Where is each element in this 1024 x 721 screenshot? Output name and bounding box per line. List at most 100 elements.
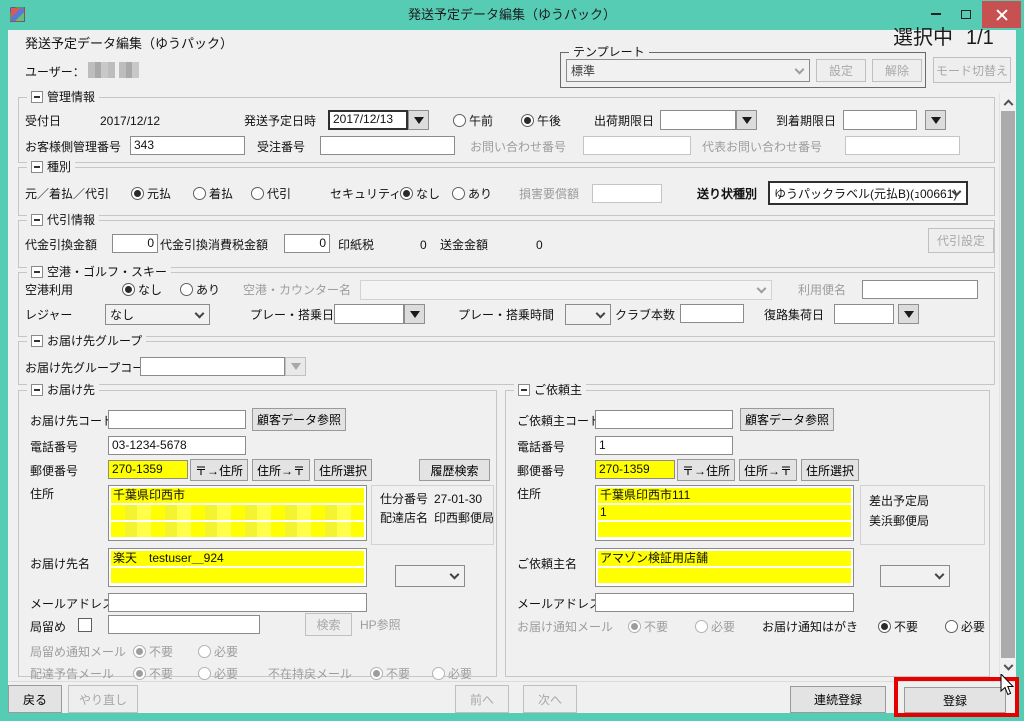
cod-amount-label: 代金引換金額	[25, 238, 97, 252]
ship-deadline-input[interactable]	[660, 110, 736, 130]
template-select[interactable]: 標準	[566, 59, 810, 82]
collapse-icon[interactable]	[31, 384, 43, 396]
sender-customer-ref-button[interactable]: 顧客データ参照	[740, 408, 834, 431]
absence-return-hitsuyo-radio[interactable]	[432, 667, 445, 680]
notice-mail-fuyo-radio[interactable]	[628, 620, 641, 633]
customer-no-input[interactable]: 343	[130, 136, 245, 155]
recipient-addr-select-button[interactable]: 住所選択	[314, 459, 372, 481]
cod-tax-input[interactable]: 0	[284, 234, 330, 253]
ship-date-input[interactable]: 2017/12/13	[328, 110, 408, 130]
cod-config-button[interactable]: 代引設定	[928, 228, 994, 253]
recipient-zip-to-addr-button[interactable]: 〒→住所	[190, 459, 248, 481]
recipient-addr-to-zip-button[interactable]: 住所→〒	[252, 459, 310, 481]
ship-date-dropdown-button[interactable]	[408, 110, 429, 130]
delivery-notice-hitsuyo-radio[interactable]	[198, 667, 211, 680]
kyokudome-input[interactable]	[108, 615, 260, 634]
order-no-input[interactable]	[320, 136, 455, 155]
remit-value: 0	[536, 238, 543, 252]
delivery-group-dropdown-button[interactable]	[285, 357, 306, 376]
rep-inquiry-no-input[interactable]	[845, 136, 960, 155]
stamp-tax-label: 印紙税	[338, 238, 374, 252]
redo-button[interactable]: やり直し	[68, 685, 138, 713]
collapse-icon[interactable]	[31, 161, 43, 173]
airport-ari-radio[interactable]	[180, 283, 193, 296]
collapse-icon[interactable]	[31, 335, 43, 347]
recipient-tel-input[interactable]: 03-1234-5678	[108, 436, 246, 455]
motobarai-radio[interactable]	[131, 187, 144, 200]
cod-amount-input[interactable]: 0	[112, 234, 158, 253]
recipient-addr-textarea[interactable]: 千葉県印西市	[108, 485, 367, 541]
continuous-register-button[interactable]: 連続登録	[790, 686, 886, 713]
sender-mail-input[interactable]	[595, 593, 854, 612]
delivery-group-code-input[interactable]	[140, 357, 285, 376]
recipient-zip-input[interactable]: 270-1359	[108, 460, 188, 479]
notice-mail-hitsuyo-radio[interactable]	[695, 620, 708, 633]
history-search-button[interactable]: 履歴検索	[419, 459, 490, 481]
sorting-info-panel: 仕分番号 27-01-30 配達店名 印西郵便局	[371, 485, 494, 545]
ship-deadline-dropdown-button[interactable]	[736, 110, 757, 130]
template-release-button[interactable]: 解除	[872, 59, 922, 82]
play-date-input[interactable]	[334, 304, 404, 324]
sender-addr-select-button[interactable]: 住所選択	[801, 459, 859, 481]
arrival-deadline-input[interactable]	[843, 110, 917, 130]
mode-switch-button[interactable]: モード切替え	[933, 57, 1011, 83]
kyokudome-checkbox[interactable]	[78, 618, 92, 632]
daibiki-radio[interactable]	[251, 187, 264, 200]
sender-addr-textarea[interactable]: 千葉県印西市111 1	[595, 485, 854, 541]
return-pickup-input[interactable]	[834, 304, 894, 324]
security-ari-radio[interactable]	[452, 187, 465, 200]
kyokudome-mail-fuyo-radio[interactable]	[133, 645, 146, 658]
scrollbar-thumb[interactable]	[1001, 111, 1015, 658]
back-button[interactable]: 戻る	[8, 685, 62, 713]
club-count-input[interactable]	[680, 304, 744, 323]
notice-postcard-fuyo-radio[interactable]	[878, 620, 891, 633]
sender-zip-input[interactable]: 270-1359	[595, 460, 675, 479]
recipient-code-input[interactable]	[108, 410, 246, 429]
maximize-button[interactable]	[952, 0, 980, 28]
collapse-icon[interactable]	[31, 266, 43, 278]
inquiry-no-input[interactable]	[583, 136, 691, 155]
recipient-customer-ref-button[interactable]: 顧客データ参照	[252, 408, 346, 431]
template-set-button[interactable]: 設定	[816, 59, 866, 82]
next-button[interactable]: 次へ	[523, 685, 577, 713]
collapse-icon[interactable]	[518, 384, 530, 396]
delivery-notice-fuyo-radio[interactable]	[133, 667, 146, 680]
sender-addr-to-zip-button[interactable]: 住所→〒	[739, 459, 797, 481]
sender-tel-input[interactable]: 1	[595, 436, 733, 455]
leisure-value: なし	[110, 306, 134, 323]
recipient-name-textarea[interactable]: 楽天 testuser＿924	[108, 548, 367, 587]
damage-input[interactable]	[592, 184, 662, 203]
return-pickup-dropdown-button[interactable]	[898, 304, 919, 324]
arrival-deadline-dropdown-button[interactable]	[925, 110, 946, 130]
collapse-icon[interactable]	[31, 91, 43, 103]
recipient-zip-label: 郵便番号	[30, 464, 78, 478]
recipient-mail-input[interactable]	[108, 593, 367, 612]
airport-nashi-radio[interactable]	[122, 283, 135, 296]
collapse-icon[interactable]	[31, 214, 43, 226]
am-radio[interactable]	[453, 114, 466, 127]
close-button[interactable]	[982, 1, 1021, 28]
recipient-honorific-select[interactable]	[395, 565, 465, 587]
play-time-select[interactable]	[565, 304, 611, 325]
sender-code-input[interactable]	[595, 410, 733, 429]
sender-honorific-select[interactable]	[880, 565, 950, 587]
play-date-dropdown-button[interactable]	[404, 304, 425, 324]
kyokudome-mail-label: 局留め通知メール	[30, 645, 126, 659]
security-nashi-radio[interactable]	[400, 187, 413, 200]
airport-counter-select[interactable]	[360, 280, 772, 300]
kyokudome-mail-hitsuyo-radio[interactable]	[198, 645, 211, 658]
absence-return-fuyo-radio[interactable]	[370, 667, 383, 680]
flight-name-input[interactable]	[862, 280, 978, 299]
notice-postcard-hitsuyo-radio[interactable]	[945, 620, 958, 633]
prev-button[interactable]: 前へ	[455, 685, 509, 713]
label-type-select[interactable]: ゆうパックラベル(元払B)(ｭ00661)	[768, 181, 968, 205]
sender-zip-to-addr-button[interactable]: 〒→住所	[677, 459, 735, 481]
leisure-select[interactable]: なし	[105, 304, 210, 325]
minimize-button[interactable]	[922, 0, 950, 28]
vertical-scrollbar[interactable]	[999, 93, 1015, 677]
sender-name-textarea[interactable]: アマゾン検証用店舗	[595, 548, 854, 587]
pm-radio[interactable]	[521, 114, 534, 127]
chakubarai-radio[interactable]	[193, 187, 206, 200]
scroll-up-button[interactable]	[1000, 93, 1016, 110]
kyokudome-search-button[interactable]: 検索	[305, 613, 352, 636]
